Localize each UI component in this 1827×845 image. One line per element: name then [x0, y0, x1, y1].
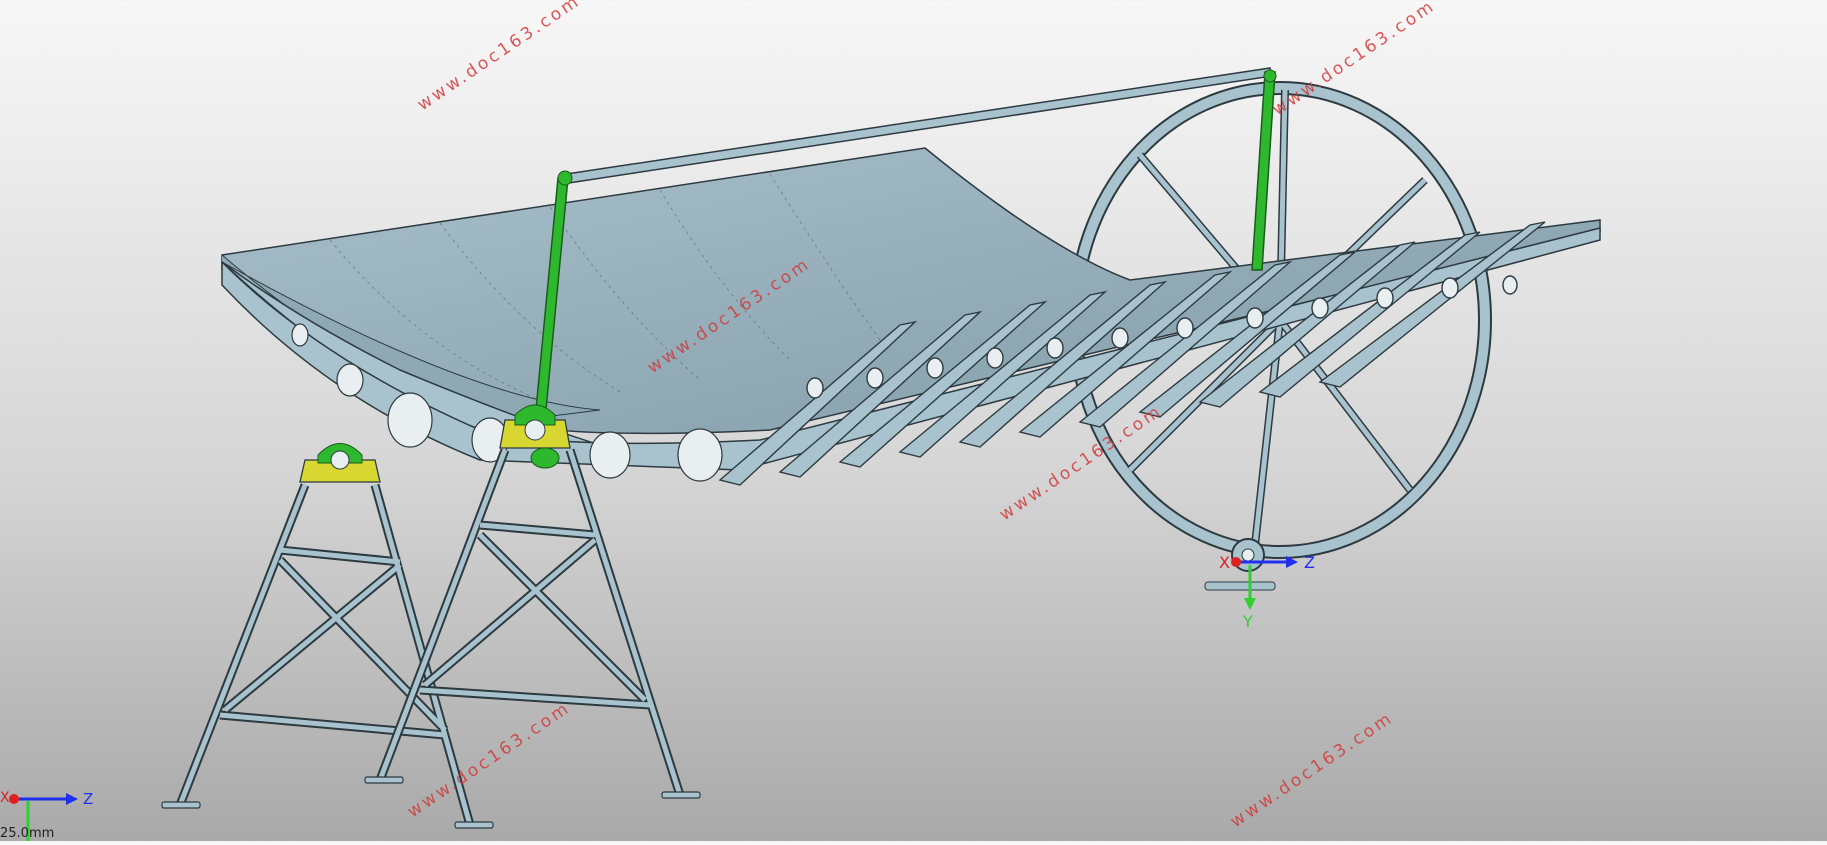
corner-x-label: X — [0, 790, 10, 806]
triad-z-label: Z — [1304, 553, 1315, 572]
bearing-block-rear[interactable] — [299, 443, 381, 483]
corner-z-label: Z — [83, 790, 94, 808]
triad-x-label: X — [1219, 553, 1230, 572]
model-canvas[interactable] — [0, 0, 1827, 841]
triad-y-label: Y — [1243, 612, 1253, 631]
scale-label: 25.0mm — [0, 826, 55, 841]
cad-viewport[interactable]: X Y Z X Z 25.0mm www.doc163.com www.doc1… — [0, 0, 1827, 841]
